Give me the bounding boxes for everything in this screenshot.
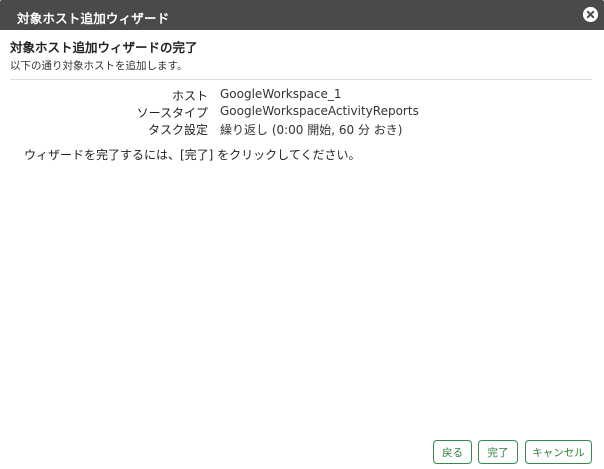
close-circle-icon: [583, 7, 598, 22]
finish-button[interactable]: 完了: [478, 440, 518, 464]
close-button[interactable]: [583, 7, 598, 22]
dialog-title: 対象ホスト追加ウィザード: [17, 11, 170, 26]
summary-value: GoogleWorkspace_1: [220, 87, 342, 101]
divider: [10, 79, 592, 80]
summary-label: ソースタイプ: [136, 106, 208, 120]
summary-row-source-type: ソースタイプ GoogleWorkspaceActivityReports: [0, 104, 604, 120]
summary-label: タスク設定: [147, 123, 208, 137]
summary-row-task-setting: タスク設定 繰り返し (0:00 開始, 60 分 おき): [0, 121, 604, 137]
summary-value: GoogleWorkspaceActivityReports: [220, 104, 419, 118]
cancel-button[interactable]: キャンセル: [525, 440, 592, 464]
wizard-heading: 対象ホスト追加ウィザードの完了: [10, 40, 198, 55]
dialog-titlebar[interactable]: 対象ホスト追加ウィザード: [0, 0, 604, 30]
summary-value: 繰り返し (0:00 開始, 60 分 おき): [220, 123, 403, 137]
finish-instruction: ウィザードを完了するには、[完了] をクリックしてください。: [24, 148, 361, 162]
wizard-dialog: 対象ホスト追加ウィザード 対象ホスト追加ウィザードの完了 以下の通り対象ホストを…: [0, 0, 604, 469]
wizard-subtext: 以下の通り対象ホストを追加します。: [10, 60, 188, 72]
back-button[interactable]: 戻る: [433, 440, 472, 464]
summary-row-host: ホスト GoogleWorkspace_1: [0, 87, 604, 103]
summary-label: ホスト: [171, 89, 208, 103]
